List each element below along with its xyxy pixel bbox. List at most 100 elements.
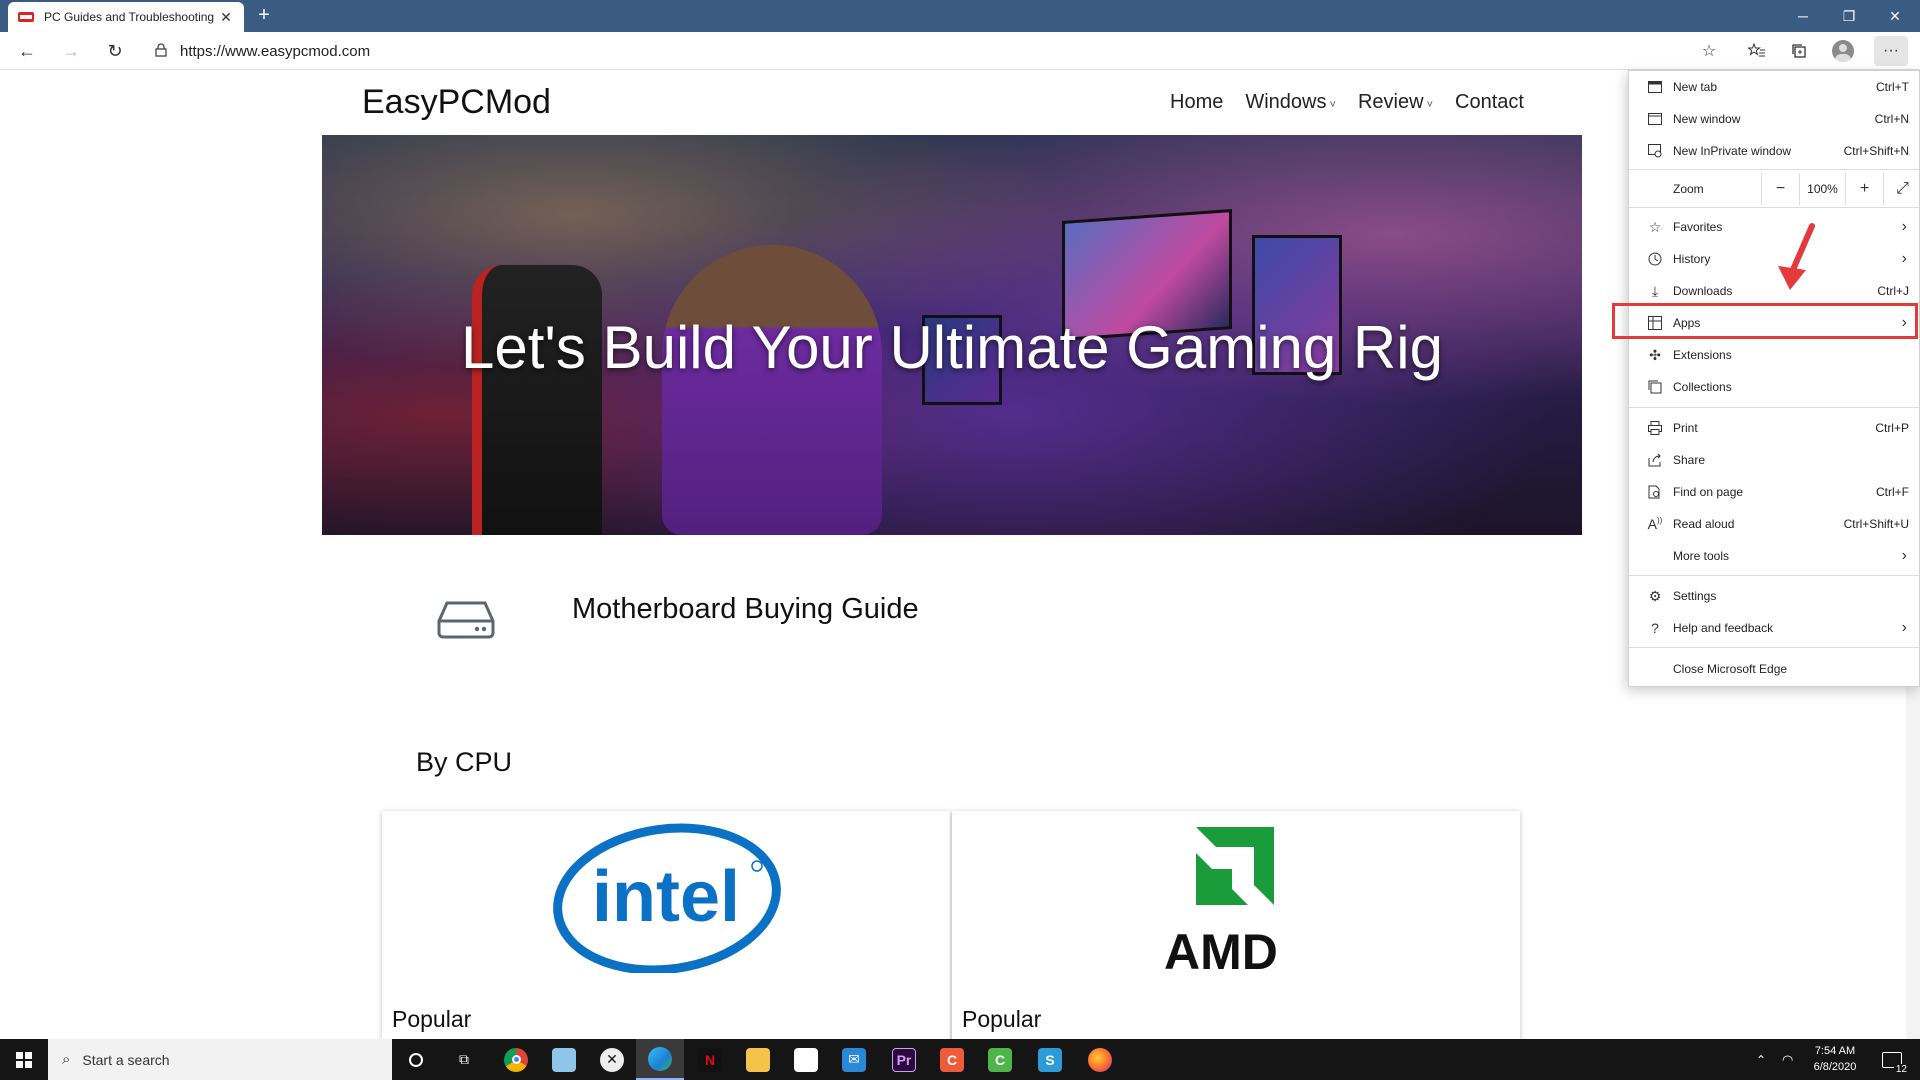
menu-read-aloud[interactable]: A)) Read aloud Ctrl+Shift+U [1629,508,1920,540]
action-center-button[interactable]: 12 [1882,1039,1909,1080]
menu-zoom: Zoom − 100% + ⤢ [1629,173,1920,205]
menu-help-and-feedback[interactable]: ? Help and feedback › [1629,612,1920,644]
xbox-taskbar-button[interactable]: ✕ [588,1039,636,1080]
menu-close-edge[interactable]: Close Microsoft Edge [1629,653,1920,685]
show-hidden-icons-button[interactable]: ⌃ [1756,1039,1766,1080]
menu-label: Settings [1673,589,1717,603]
card-label: Popular [392,1006,472,1032]
settings-and-more-button[interactable]: ··· [1874,36,1908,66]
snagit-taskbar-button[interactable]: S [1026,1039,1074,1080]
address-bar[interactable]: https://www.easypcmod.com [146,36,1702,66]
section-title: By CPU [416,747,513,777]
chevron-up-icon: ⌃ [1756,1052,1767,1067]
browser-titlebar: PC Guides and Troubleshooting ✕ + ─ ❐ ✕ [0,0,1920,32]
store-taskbar-button[interactable] [782,1039,830,1080]
mail-icon: ✉ [842,1047,866,1072]
app-c-green-icon: C [988,1047,1012,1072]
menu-label: Help and feedback [1673,621,1774,635]
nav-home[interactable]: Home [1170,91,1223,114]
menu-extensions[interactable]: ✣ Extensions [1629,339,1920,371]
task-view-icon: ⧉ [459,1051,469,1067]
refresh-button[interactable]: ↻ [100,36,130,66]
zoom-in-button[interactable]: + [1845,173,1883,205]
nav-contact[interactable]: Contact [1455,91,1524,114]
netflix-icon: N [698,1047,722,1072]
firefox-icon [1088,1047,1112,1072]
browser-tab[interactable]: PC Guides and Troubleshooting ✕ [8,2,244,32]
menu-label: Find on page [1673,485,1744,499]
notification-icon: 12 [1882,1051,1909,1075]
notepad-taskbar-button[interactable] [540,1039,588,1080]
edge-icon [648,1046,672,1071]
lock-icon[interactable] [146,42,176,60]
chrome-taskbar-button[interactable] [492,1039,540,1080]
netflix-taskbar-button[interactable]: N [686,1039,734,1080]
mail-taskbar-button[interactable]: ✉ [830,1039,878,1080]
taskbar-clock[interactable]: 7:54 AM 6/8/2020 [1790,1043,1880,1075]
clock-time: 7:54 AM [1814,1045,1856,1057]
folder-icon [746,1047,770,1072]
menu-find-on-page[interactable]: Find on page Ctrl+F [1629,476,1920,508]
find-icon [1637,485,1673,499]
favorites-icon[interactable] [1740,36,1774,66]
printer-icon [1637,421,1673,435]
menu-label: New InPrivate window [1673,144,1792,158]
fullscreen-button[interactable]: ⤢ [1883,173,1920,205]
ccleaner-taskbar-button[interactable]: C [928,1039,976,1080]
menu-label: New tab [1673,80,1718,94]
site-brand[interactable]: EasyPCMod [362,83,551,122]
menu-divider [1629,647,1920,648]
add-favorite-star-icon[interactable]: ☆ [1692,36,1726,66]
menu-divider [1629,575,1920,576]
chrome-icon [504,1047,528,1072]
amd-card[interactable]: AMD Popular [952,811,1520,1041]
menu-new-inprivate-window[interactable]: New InPrivate window Ctrl+Shift+N [1629,135,1920,167]
guide-title[interactable]: Motherboard Buying Guide [572,593,919,626]
restore-button[interactable]: ❐ [1826,0,1872,32]
gaming-chair-image [472,265,602,535]
firefox-taskbar-button[interactable] [1076,1039,1124,1080]
hero-title: Let's Build Your Ultimate Gaming Rig [461,314,1443,381]
taskbar-search[interactable]: ⌕ Start a search [48,1039,392,1080]
search-icon: ⌕ [62,1051,71,1068]
menu-new-window[interactable]: New window Ctrl+N [1629,103,1920,135]
minimize-button[interactable]: ─ [1780,0,1826,32]
puzzle-icon: ✣ [1649,346,1661,363]
task-view-button[interactable]: ⧉ [440,1039,488,1080]
menu-shortcut: Ctrl+Shift+U [1843,517,1909,531]
new-tab-button[interactable]: + [252,4,276,28]
camtasia-taskbar-button[interactable]: C [976,1039,1024,1080]
settings-menu: New tab Ctrl+T New window Ctrl+N New InP… [1628,70,1920,687]
profile-avatar[interactable] [1826,36,1860,66]
menu-shortcut: Ctrl+N [1874,112,1909,126]
favorites-star-icon: ☆ [1648,218,1662,235]
edge-taskbar-button[interactable] [636,1039,684,1080]
svg-text:intel: intel [592,857,740,937]
file-explorer-taskbar-button[interactable] [734,1039,782,1080]
menu-divider [1629,169,1920,170]
zoom-value: 100% [1799,173,1845,205]
menu-settings[interactable]: ⚙ Settings [1629,580,1920,612]
collections-icon[interactable] [1782,36,1816,66]
menu-more-tools[interactable]: More tools › [1629,540,1920,572]
back-button[interactable]: ← [12,36,42,66]
new-tab-icon [1637,81,1673,93]
site-navigation: Home Windows Review Contact [1170,91,1524,114]
intel-card[interactable]: intel Popular [382,811,950,1041]
menu-label: Extensions [1673,348,1732,362]
nav-windows[interactable]: Windows [1245,91,1336,114]
premiere-taskbar-button[interactable]: Pr [880,1039,928,1080]
close-window-button[interactable]: ✕ [1872,0,1918,32]
zoom-out-button[interactable]: − [1761,173,1799,205]
forward-button[interactable]: → [56,36,86,66]
cortana-button[interactable] [392,1039,440,1080]
menu-collections[interactable]: Collections [1629,371,1920,403]
hero-banner: Let's Build Your Ultimate Gaming Rig [322,135,1582,535]
menu-share[interactable]: Share [1629,444,1920,476]
start-button[interactable] [0,1039,48,1080]
url-text: https://www.easypcmod.com [180,42,371,60]
menu-print[interactable]: Print Ctrl+P [1629,412,1920,444]
close-tab-icon[interactable]: ✕ [218,9,234,26]
menu-new-tab[interactable]: New tab Ctrl+T [1629,71,1920,103]
nav-review[interactable]: Review [1358,91,1433,114]
